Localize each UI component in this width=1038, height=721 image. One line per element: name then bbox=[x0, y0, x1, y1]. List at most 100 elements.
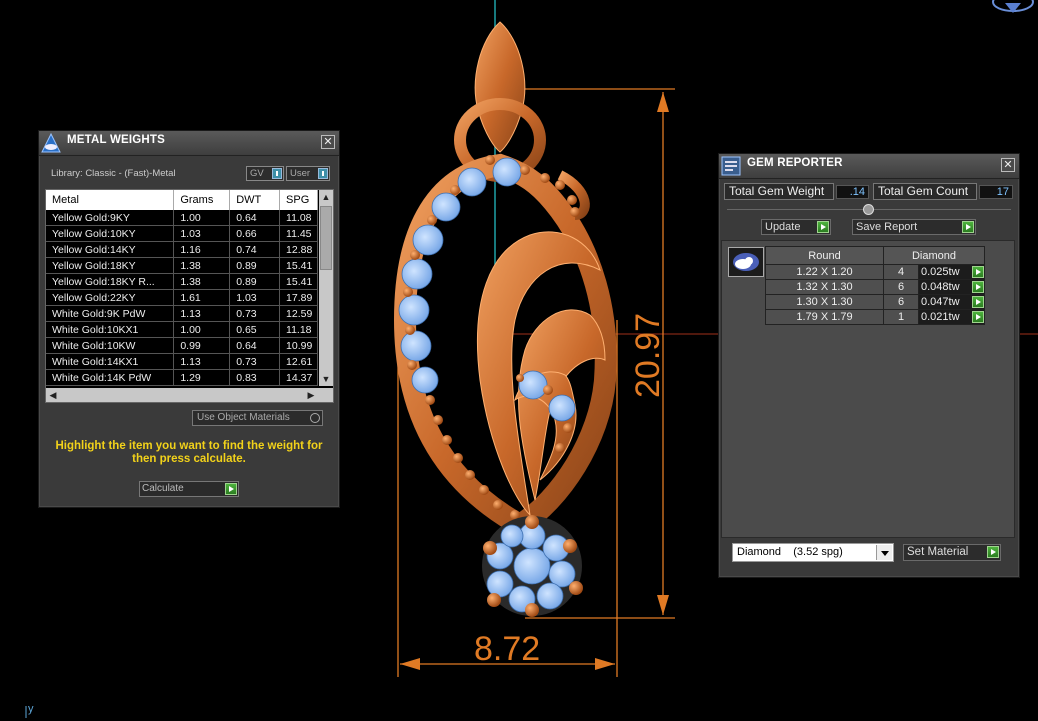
table-row[interactable]: 1.79 X 1.79 1 0.021tw bbox=[765, 309, 985, 325]
table-row[interactable]: 1.30 X 1.30 6 0.047tw bbox=[765, 294, 985, 310]
dimension-height-label: 20.97 bbox=[629, 313, 667, 398]
dimension-width-label: 8.72 bbox=[474, 630, 540, 668]
vertical-scrollbar[interactable]: ▲ ▼ bbox=[319, 190, 333, 386]
column-header-round: Round bbox=[765, 246, 884, 265]
calculate-button[interactable]: Calculate bbox=[139, 481, 239, 497]
dwt: 0.66 bbox=[229, 225, 281, 242]
table-row[interactable]: Yellow Gold:9KY 1.00 0.64 11.08 bbox=[46, 210, 318, 226]
collapse-icon[interactable] bbox=[863, 204, 874, 215]
table-row[interactable]: White Gold:14KX1 1.13 0.73 12.61 bbox=[46, 353, 318, 370]
column-header-metal[interactable]: Metal bbox=[46, 190, 175, 210]
dwt: 1.03 bbox=[229, 289, 281, 306]
column-header-spg[interactable]: SPG bbox=[279, 190, 318, 210]
table-row[interactable]: White Gold:10KW 0.99 0.64 10.99 bbox=[46, 337, 318, 354]
spg: 10.99 bbox=[279, 337, 318, 354]
gem-thumbnail[interactable] bbox=[728, 247, 764, 277]
column-header-diamond: Diamond bbox=[883, 246, 985, 265]
grams: 1.13 bbox=[173, 305, 231, 322]
gem-reporter-panel: GEM REPORTER ✕ Total Gem Weight .14 Tota… bbox=[718, 153, 1020, 578]
save-report-label: Save Report bbox=[856, 221, 918, 233]
gem-weight: 0.021tw bbox=[921, 311, 960, 323]
gem-weight-cell[interactable]: 0.047tw bbox=[918, 294, 985, 310]
gem-size: 1.79 X 1.79 bbox=[765, 309, 884, 325]
table-row[interactable]: Yellow Gold:18KY R... 1.38 0.89 15.41 bbox=[46, 273, 318, 290]
table-row[interactable]: Yellow Gold:22KY 1.61 1.03 17.89 bbox=[46, 289, 318, 306]
material-select-value: Diamond (3.52 spg) bbox=[737, 546, 843, 558]
play-icon[interactable] bbox=[972, 281, 984, 293]
scroll-up-icon[interactable]: ▲ bbox=[319, 190, 333, 204]
save-report-button[interactable]: Save Report bbox=[852, 219, 976, 235]
grams: 1.29 bbox=[173, 369, 231, 386]
table-row[interactable]: Yellow Gold:14KY 1.16 0.74 12.88 bbox=[46, 241, 318, 258]
chevron-down-icon[interactable] bbox=[876, 545, 892, 560]
metal-table[interactable]: Metal Grams DWT SPG Yellow Gold:9KY 1.00 0… bbox=[45, 189, 334, 403]
play-icon[interactable] bbox=[972, 266, 984, 278]
metal-name: Yellow Gold:18KY R... bbox=[46, 273, 175, 290]
table-row[interactable]: Yellow Gold:18KY 1.38 0.89 15.41 bbox=[46, 257, 318, 274]
gem-reporter-header[interactable]: GEM REPORTER ✕ bbox=[719, 154, 1019, 179]
gem-weight: 0.047tw bbox=[921, 296, 960, 308]
dwt: 0.74 bbox=[229, 241, 281, 258]
play-icon bbox=[225, 483, 237, 495]
column-header-dwt[interactable]: DWT bbox=[229, 190, 281, 210]
pendant-model[interactable] bbox=[393, 21, 617, 617]
dwt: 0.73 bbox=[229, 353, 281, 370]
table-row[interactable]: 1.22 X 1.20 4 0.025tw bbox=[765, 264, 985, 280]
grams: 1.03 bbox=[173, 225, 231, 242]
table-row[interactable]: Yellow Gold:10KY 1.03 0.66 11.45 bbox=[46, 225, 318, 242]
grams: 0.99 bbox=[173, 337, 231, 354]
use-object-materials-toggle[interactable]: Use Object Materials bbox=[192, 410, 323, 426]
gem-weight-cell[interactable]: 0.021tw bbox=[918, 309, 985, 325]
spg: 11.18 bbox=[279, 321, 318, 338]
scroll-down-icon[interactable]: ▼ bbox=[319, 372, 333, 386]
total-gem-weight-value: .14 bbox=[836, 185, 869, 199]
table-row[interactable]: White Gold:9K PdW 1.13 0.73 12.59 bbox=[46, 305, 318, 322]
scrollbar-thumb[interactable] bbox=[320, 206, 332, 270]
metal-flask-icon bbox=[41, 132, 61, 153]
horizontal-scrollbar[interactable]: ◀ ▶ bbox=[46, 388, 333, 402]
grams: 1.00 bbox=[173, 321, 231, 338]
gem-weight-cell[interactable]: 0.025tw bbox=[918, 264, 985, 280]
report-sheet-icon bbox=[721, 156, 741, 176]
gem-reporter-title: GEM REPORTER bbox=[747, 157, 843, 169]
user-toggle[interactable]: User bbox=[286, 166, 330, 181]
grams: 1.38 bbox=[173, 273, 231, 290]
dwt: 0.89 bbox=[229, 257, 281, 274]
metal-name: Yellow Gold:22KY bbox=[46, 289, 175, 306]
gv-toggle-label: GV bbox=[250, 168, 264, 179]
dwt: 0.89 bbox=[229, 273, 281, 290]
close-icon[interactable]: ✕ bbox=[1001, 158, 1015, 172]
scroll-right-icon[interactable]: ▶ bbox=[304, 388, 318, 402]
gem-count: 4 bbox=[883, 264, 919, 280]
update-label: Update bbox=[765, 221, 801, 233]
table-row[interactable]: 1.32 X 1.30 6 0.048tw bbox=[765, 279, 985, 295]
spg: 11.45 bbox=[279, 225, 318, 242]
metal-name: White Gold:14KX1 bbox=[46, 353, 175, 370]
metal-name: White Gold:9K PdW bbox=[46, 305, 175, 322]
play-icon[interactable] bbox=[972, 296, 984, 308]
scroll-left-icon[interactable]: ◀ bbox=[46, 388, 60, 402]
spg: 12.61 bbox=[279, 353, 318, 370]
update-button[interactable]: Update bbox=[761, 219, 831, 235]
gem-weight: 0.048tw bbox=[921, 281, 960, 293]
gem-weight-cell[interactable]: 0.048tw bbox=[918, 279, 985, 295]
gv-toggle[interactable]: GV bbox=[246, 166, 284, 181]
column-header-grams[interactable]: Grams bbox=[173, 190, 231, 210]
play-icon bbox=[817, 221, 829, 233]
grams: 1.61 bbox=[173, 289, 231, 306]
grams: 1.38 bbox=[173, 257, 231, 274]
dwt: 0.83 bbox=[229, 369, 281, 386]
metal-weights-header[interactable]: METAL WEIGHTS ✕ bbox=[39, 131, 339, 156]
grams: 1.13 bbox=[173, 353, 231, 370]
user-toggle-label: User bbox=[290, 168, 311, 179]
table-row[interactable]: White Gold:10KX1 1.00 0.65 11.18 bbox=[46, 321, 318, 338]
table-row[interactable]: White Gold:14K PdW 1.29 0.83 14.37 bbox=[46, 369, 318, 386]
set-material-button[interactable]: Set Material bbox=[903, 544, 1001, 561]
play-icon[interactable] bbox=[972, 311, 984, 323]
play-icon bbox=[962, 221, 974, 233]
material-select[interactable]: Diamond (3.52 spg) bbox=[732, 543, 894, 562]
close-icon[interactable]: ✕ bbox=[321, 135, 335, 149]
spg: 15.41 bbox=[279, 257, 318, 274]
spg: 12.88 bbox=[279, 241, 318, 258]
grams: 1.00 bbox=[173, 210, 231, 226]
